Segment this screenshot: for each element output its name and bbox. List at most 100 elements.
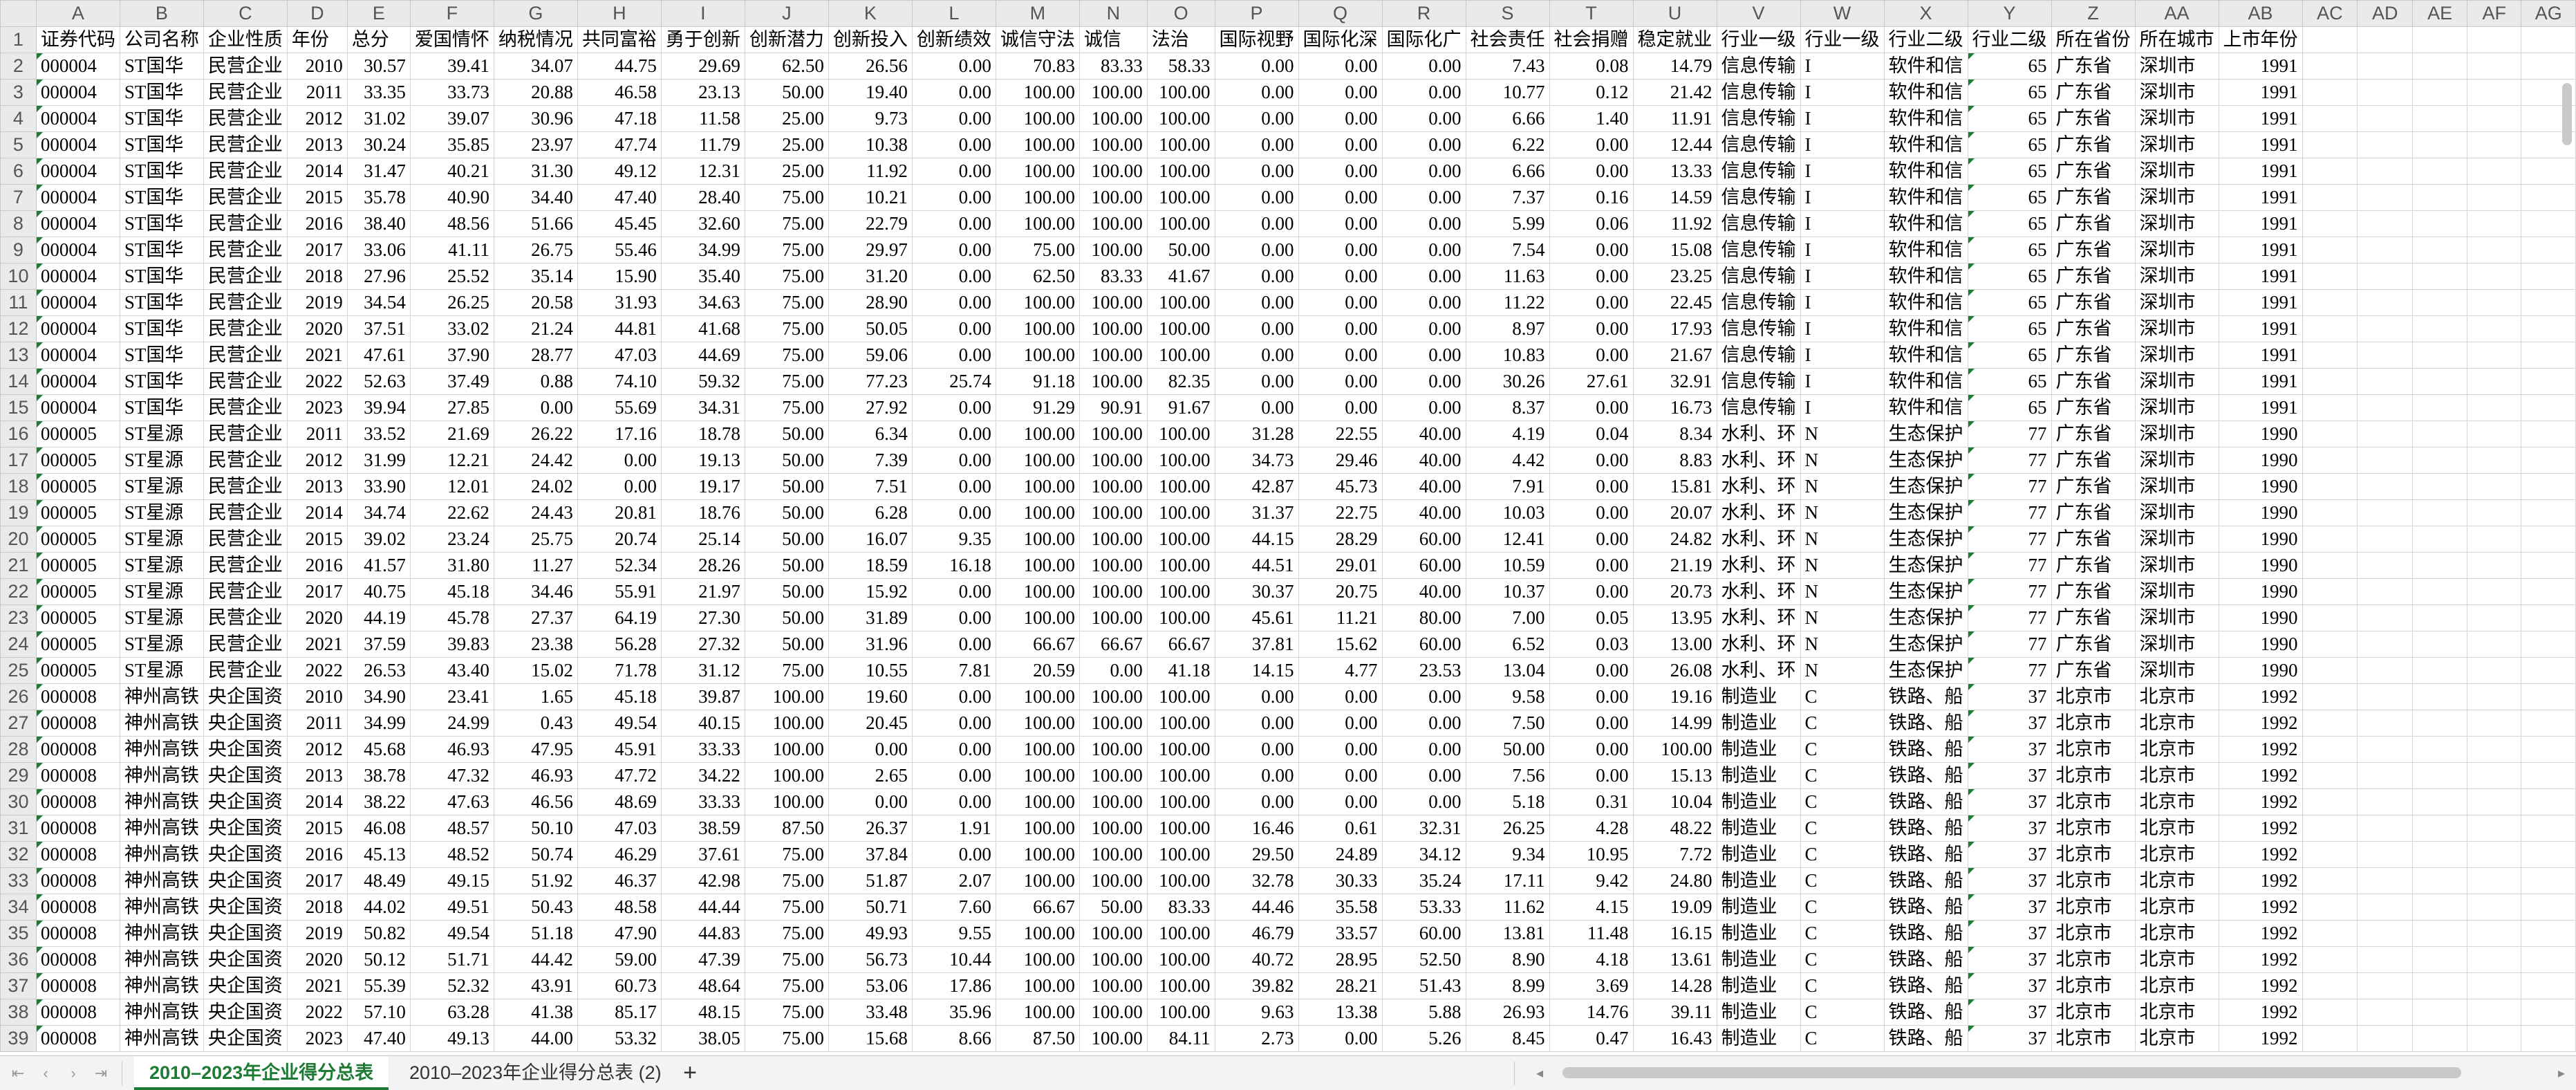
grid-cell[interactable]: I <box>1800 105 1885 132</box>
grid-cell[interactable]: 央企国资 <box>203 867 288 894</box>
column-header[interactable]: AF <box>2467 0 2522 27</box>
grid-cell[interactable]: 0.00 <box>1549 710 1634 737</box>
grid-cell[interactable]: 北京市 <box>2051 788 2136 815</box>
row-header[interactable]: 17 <box>0 447 37 474</box>
grid-cell[interactable] <box>2467 237 2522 264</box>
grid-cell[interactable]: 66.67 <box>1079 631 1148 658</box>
grid-cell[interactable]: 0.00 <box>1381 394 1466 421</box>
grid-cell[interactable]: 65 <box>1967 289 2052 316</box>
grid-cell[interactable]: 100.00 <box>744 710 829 737</box>
grid-cell[interactable]: C <box>1800 683 1885 710</box>
grid-cell[interactable]: 28.29 <box>1298 526 1383 553</box>
grid-cell[interactable]: 000008 <box>35 683 120 710</box>
grid-cell[interactable]: 45.13 <box>346 841 411 868</box>
grid-cell[interactable]: 27.32 <box>660 631 745 658</box>
first-sheet-icon[interactable]: ⇤ <box>6 1062 30 1085</box>
grid-cell[interactable]: 64.19 <box>577 604 662 631</box>
grid-cell[interactable] <box>2467 263 2522 290</box>
grid-cell[interactable]: 广东省 <box>2051 657 2136 684</box>
grid-cell[interactable]: I <box>1800 315 1885 342</box>
grid-cell[interactable]: 神州高铁 <box>119 762 204 789</box>
grid-cell[interactable]: 45.73 <box>1298 473 1383 500</box>
grid-cell[interactable]: 47.40 <box>577 184 662 211</box>
grid-cell[interactable]: 0.00 <box>911 184 996 211</box>
grid-cell[interactable]: 000008 <box>35 894 120 921</box>
grid-cell[interactable]: 100.00 <box>995 815 1080 842</box>
column-header[interactable]: B <box>119 0 204 27</box>
grid-cell[interactable]: 9.58 <box>1465 683 1550 710</box>
grid-cell[interactable]: 50.05 <box>828 315 913 342</box>
grid-cell[interactable] <box>2357 1025 2414 1052</box>
grid-cell[interactable] <box>2412 210 2468 237</box>
grid-cell[interactable]: 32.91 <box>1632 368 1717 395</box>
header-cell[interactable]: 行业二级 <box>1967 26 2052 53</box>
row-header[interactable]: 2 <box>0 53 37 80</box>
grid-cell[interactable]: 49.93 <box>828 920 913 947</box>
row-header[interactable]: 32 <box>0 841 37 868</box>
grid-cell[interactable]: 软件和信 <box>1883 131 1968 158</box>
grid-cell[interactable] <box>2467 289 2522 316</box>
grid-cell[interactable]: 100.00 <box>1146 552 1215 579</box>
grid-cell[interactable]: 21.69 <box>409 421 494 447</box>
grid-cell[interactable]: 11.92 <box>1632 210 1717 237</box>
grid-cell[interactable]: 100.00 <box>995 499 1080 526</box>
grid-cell[interactable]: 26.75 <box>493 237 578 264</box>
grid-cell[interactable]: 0.00 <box>911 762 996 789</box>
grid-cell[interactable]: 100.00 <box>995 710 1080 737</box>
grid-cell[interactable]: 铁路、船 <box>1883 815 1968 842</box>
grid-cell[interactable]: 信息传输 <box>1716 289 1801 316</box>
grid-cell[interactable] <box>2467 894 2522 921</box>
grid-cell[interactable]: 广东省 <box>2051 79 2136 106</box>
grid-cell[interactable]: 30.96 <box>493 105 578 132</box>
header-cell[interactable]: 年份 <box>286 26 348 53</box>
grid-cell[interactable]: 55.91 <box>577 578 662 605</box>
grid-cell[interactable]: 央企国资 <box>203 894 288 921</box>
grid-cell[interactable]: 47.72 <box>577 762 662 789</box>
grid-cell[interactable]: 15.92 <box>828 578 913 605</box>
grid-cell[interactable]: 100.00 <box>1146 421 1215 447</box>
grid-cell[interactable]: 2018 <box>286 894 348 921</box>
grid-cell[interactable]: 24.82 <box>1632 526 1717 553</box>
grid-cell[interactable]: 11.27 <box>493 552 578 579</box>
grid-cell[interactable]: C <box>1800 999 1885 1026</box>
header-cell[interactable]: 纳税情况 <box>493 26 578 53</box>
grid-cell[interactable]: 0.00 <box>1214 105 1299 132</box>
grid-cell[interactable]: ST星源 <box>119 657 204 684</box>
grid-cell[interactable]: 0.00 <box>911 578 996 605</box>
grid-cell[interactable]: 19.17 <box>660 473 745 500</box>
grid-cell[interactable]: 0.16 <box>1549 184 1634 211</box>
grid-cell[interactable]: 0.00 <box>1214 210 1299 237</box>
grid-cell[interactable]: 41.18 <box>1146 657 1215 684</box>
grid-cell[interactable]: 0.31 <box>1549 788 1634 815</box>
grid-cell[interactable]: 100.00 <box>1146 131 1215 158</box>
grid-cell[interactable]: 75.00 <box>744 1025 829 1052</box>
grid-cell[interactable]: ST星源 <box>119 604 204 631</box>
grid-cell[interactable]: 0.00 <box>1298 342 1383 369</box>
grid-cell[interactable]: 29.01 <box>1298 552 1383 579</box>
grid-cell[interactable]: 15.81 <box>1632 473 1717 500</box>
grid-cell[interactable]: 生态保护 <box>1883 657 1968 684</box>
grid-cell[interactable]: 民营企业 <box>203 657 288 684</box>
grid-cell[interactable]: 17.86 <box>911 972 996 999</box>
grid-cell[interactable]: 1.91 <box>911 815 996 842</box>
grid-cell[interactable]: 50.00 <box>744 604 829 631</box>
grid-cell[interactable]: 100.00 <box>995 683 1080 710</box>
grid-cell[interactable]: 0.00 <box>1381 184 1466 211</box>
grid-cell[interactable] <box>2357 999 2414 1026</box>
grid-cell[interactable]: 51.43 <box>1381 972 1466 999</box>
grid-cell[interactable]: 8.37 <box>1465 394 1550 421</box>
grid-cell[interactable]: 100.00 <box>995 105 1080 132</box>
grid-cell[interactable]: 生态保护 <box>1883 578 1968 605</box>
grid-cell[interactable] <box>2357 131 2414 158</box>
grid-cell[interactable]: 央企国资 <box>203 762 288 789</box>
grid-cell[interactable] <box>2357 736 2414 763</box>
grid-cell[interactable] <box>2357 105 2414 132</box>
grid-cell[interactable] <box>2467 578 2522 605</box>
grid-cell[interactable]: 26.56 <box>828 53 913 80</box>
grid-cell[interactable]: ST国华 <box>119 105 204 132</box>
grid-cell[interactable]: 44.15 <box>1214 526 1299 553</box>
row-header[interactable]: 35 <box>0 920 37 947</box>
grid-cell[interactable]: I <box>1800 53 1885 80</box>
grid-cell[interactable]: 65 <box>1967 53 2052 80</box>
grid-cell[interactable] <box>2412 263 2468 290</box>
